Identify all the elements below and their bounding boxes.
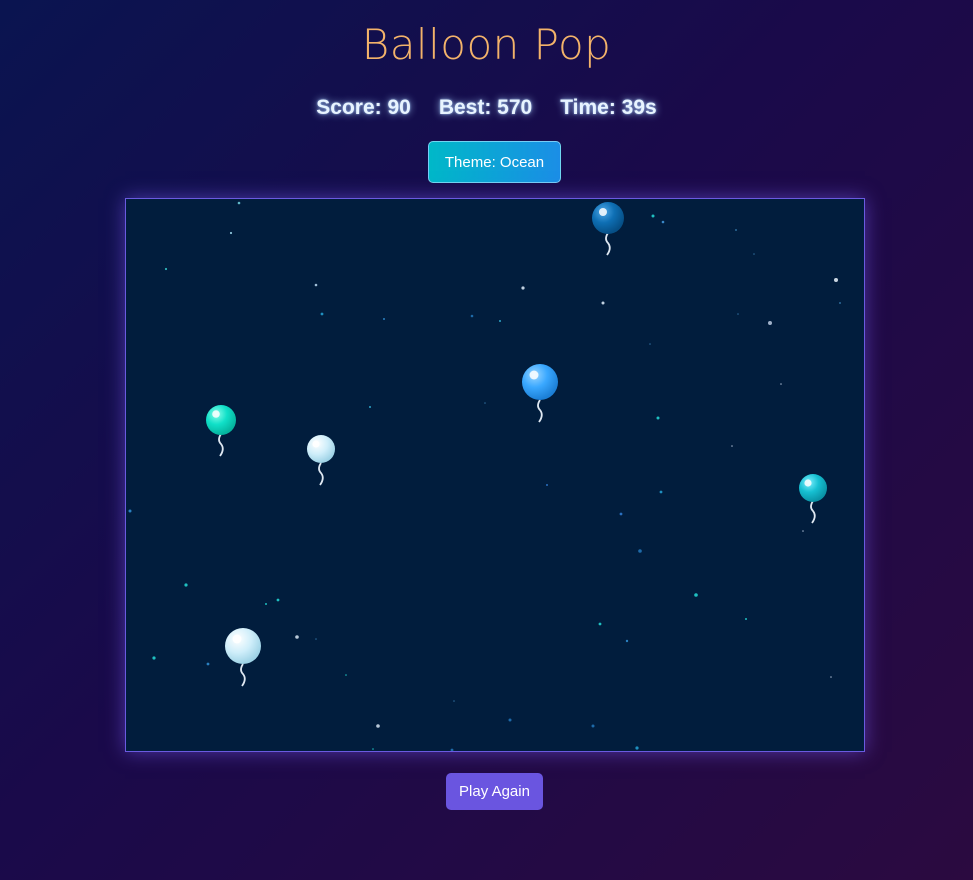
play-again-button[interactable]: Play Again [446,773,543,810]
theme-toggle-button[interactable]: Theme: Ocean [428,141,561,183]
arena-canvas [128,201,841,751]
balloon[interactable] [799,474,827,524]
game-title: Balloon Pop [361,20,612,69]
game-arena[interactable] [125,198,865,752]
time-label: Time: 39s [560,96,657,119]
best-score-label: Best: 570 [438,96,533,119]
balloon[interactable] [225,628,261,687]
balloon[interactable] [206,405,236,457]
balloon[interactable] [522,364,558,423]
score-label: Score: 90 [316,96,411,119]
star-particles [128,201,841,751]
stats-bar: Score: 90 Best: 570 Time: 39s [0,96,973,120]
balloon[interactable] [307,435,335,486]
balloon[interactable] [592,202,624,256]
